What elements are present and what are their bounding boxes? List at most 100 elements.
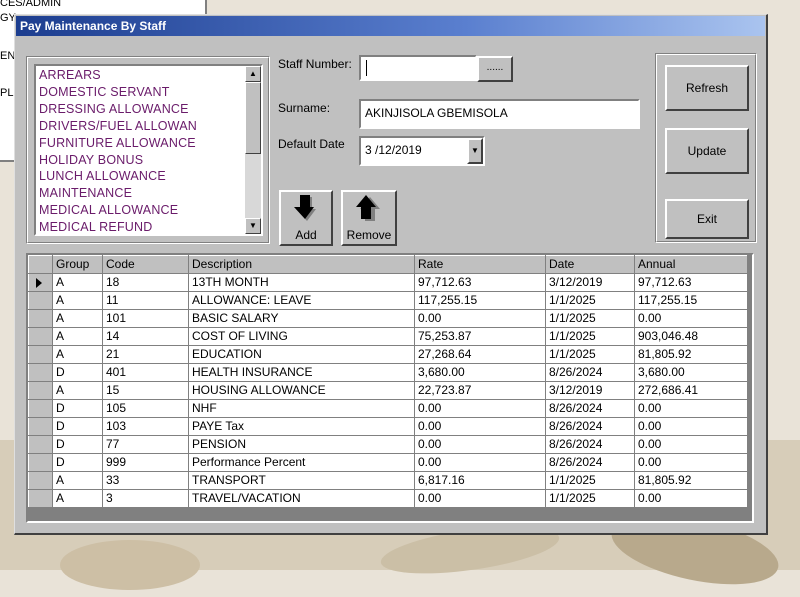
- table-row[interactable]: D 105 NHF 0.00 8/26/2024 0.00: [28, 399, 748, 418]
- cell-group[interactable]: A: [52, 327, 103, 346]
- table-row[interactable]: A 15 HOUSING ALLOWANCE 22,723.87 3/12/2019 27…: [28, 381, 748, 400]
- cell-description[interactable]: BASIC SALARY: [188, 309, 415, 328]
- cell-group[interactable]: D: [52, 399, 103, 418]
- column-header-group[interactable]: Group: [52, 255, 103, 274]
- list-item[interactable]: DRIVERS/FUEL ALLOWAN: [39, 119, 197, 133]
- cell-rate[interactable]: 0.00: [414, 309, 546, 328]
- cell-group[interactable]: D: [52, 363, 103, 382]
- column-header-rate[interactable]: Rate: [414, 255, 546, 274]
- exit-button[interactable]: Exit: [665, 199, 749, 239]
- cell-date[interactable]: 8/26/2024: [545, 399, 635, 418]
- cell-code[interactable]: 999: [102, 453, 189, 472]
- default-date-picker[interactable]: 3 /12/2019 ▼: [359, 136, 485, 166]
- cell-annual[interactable]: 0.00: [634, 309, 748, 328]
- scroll-thumb[interactable]: [245, 82, 261, 154]
- table-row[interactable]: A 18 13TH MONTH 97,712.63 3/12/2019 97,712.63: [28, 273, 748, 292]
- cell-group[interactable]: A: [52, 381, 103, 400]
- row-selector[interactable]: [28, 381, 53, 400]
- cell-code[interactable]: 11: [102, 291, 189, 310]
- row-selector[interactable]: [28, 453, 53, 472]
- cell-date[interactable]: 1/1/2025: [545, 291, 635, 310]
- cell-rate[interactable]: 75,253.87: [414, 327, 546, 346]
- cell-group[interactable]: A: [52, 489, 103, 508]
- cell-group[interactable]: D: [52, 417, 103, 436]
- table-row[interactable]: A 3 TRAVEL/VACATION 0.00 1/1/2025 0.00: [28, 489, 748, 508]
- cell-description[interactable]: EDUCATION: [188, 345, 415, 364]
- cell-description[interactable]: ALLOWANCE: LEAVE: [188, 291, 415, 310]
- cell-rate[interactable]: 0.00: [414, 453, 546, 472]
- cell-date[interactable]: 1/1/2025: [545, 345, 635, 364]
- row-selector[interactable]: [28, 309, 53, 328]
- table-row[interactable]: A 21 EDUCATION 27,268.64 1/1/2025 81,805.92: [28, 345, 748, 364]
- list-item[interactable]: FURNITURE ALLOWANCE: [39, 136, 196, 150]
- cell-group[interactable]: D: [52, 435, 103, 454]
- cell-annual[interactable]: 3,680.00: [634, 363, 748, 382]
- cell-code[interactable]: 15: [102, 381, 189, 400]
- list-item[interactable]: MEDICAL REFUND: [39, 220, 152, 234]
- cell-group[interactable]: A: [52, 309, 103, 328]
- cell-code[interactable]: 101: [102, 309, 189, 328]
- scroll-up-button[interactable]: ▲: [245, 66, 261, 82]
- refresh-button[interactable]: Refresh: [665, 65, 749, 111]
- cell-rate[interactable]: 22,723.87: [414, 381, 546, 400]
- row-selector[interactable]: [28, 435, 53, 454]
- row-selector[interactable]: [28, 489, 53, 508]
- row-selector[interactable]: [28, 363, 53, 382]
- cell-code[interactable]: 14: [102, 327, 189, 346]
- cell-code[interactable]: 103: [102, 417, 189, 436]
- cell-date[interactable]: 8/26/2024: [545, 363, 635, 382]
- cell-annual[interactable]: 0.00: [634, 435, 748, 454]
- cell-annual[interactable]: 0.00: [634, 489, 748, 508]
- add-button[interactable]: Add: [279, 190, 333, 246]
- update-button[interactable]: Update: [665, 128, 749, 174]
- cell-date[interactable]: 3/12/2019: [545, 381, 635, 400]
- cell-rate[interactable]: 6,817.16: [414, 471, 546, 490]
- row-selector-header[interactable]: [28, 255, 53, 274]
- cell-rate[interactable]: 27,268.64: [414, 345, 546, 364]
- cell-description[interactable]: Performance Percent: [188, 453, 415, 472]
- table-row[interactable]: D 103 PAYE Tax 0.00 8/26/2024 0.00: [28, 417, 748, 436]
- row-selector[interactable]: [28, 327, 53, 346]
- cell-date[interactable]: 8/26/2024: [545, 417, 635, 436]
- row-selector[interactable]: [28, 399, 53, 418]
- surname-field[interactable]: AKINJISOLA GBEMISOLA: [359, 99, 640, 129]
- cell-rate[interactable]: 3,680.00: [414, 363, 546, 382]
- cell-code[interactable]: 21: [102, 345, 189, 364]
- scroll-down-button[interactable]: ▼: [245, 218, 261, 234]
- cell-description[interactable]: TRANSPORT: [188, 471, 415, 490]
- cell-annual[interactable]: 117,255.15: [634, 291, 748, 310]
- cell-rate[interactable]: 97,712.63: [414, 273, 546, 292]
- cell-rate[interactable]: 0.00: [414, 435, 546, 454]
- cell-annual[interactable]: 81,805.92: [634, 471, 748, 490]
- cell-code[interactable]: 401: [102, 363, 189, 382]
- row-selector[interactable]: [28, 291, 53, 310]
- cell-description[interactable]: NHF: [188, 399, 415, 418]
- list-item[interactable]: ARREARS: [39, 68, 101, 82]
- column-header-annual[interactable]: Annual: [634, 255, 748, 274]
- cell-rate[interactable]: 117,255.15: [414, 291, 546, 310]
- cell-annual[interactable]: 0.00: [634, 417, 748, 436]
- window-title[interactable]: Pay Maintenance By Staff: [16, 16, 765, 36]
- cell-description[interactable]: PAYE Tax: [188, 417, 415, 436]
- cell-code[interactable]: 33: [102, 471, 189, 490]
- cell-code[interactable]: 3: [102, 489, 189, 508]
- remove-button[interactable]: Remove: [341, 190, 397, 246]
- column-header-description[interactable]: Description: [188, 255, 415, 274]
- cell-group[interactable]: A: [52, 291, 103, 310]
- cell-description[interactable]: PENSION: [188, 435, 415, 454]
- cell-code[interactable]: 77: [102, 435, 189, 454]
- cell-rate[interactable]: 0.00: [414, 399, 546, 418]
- cell-description[interactable]: TRAVEL/VACATION: [188, 489, 415, 508]
- cell-date[interactable]: 1/1/2025: [545, 471, 635, 490]
- column-header-code[interactable]: Code: [102, 255, 189, 274]
- list-item[interactable]: LUNCH ALLOWANCE: [39, 169, 166, 183]
- cell-date[interactable]: 8/26/2024: [545, 435, 635, 454]
- pay-items-grid[interactable]: Group Code Description Rate Date Annual …: [26, 253, 754, 523]
- list-item[interactable]: DOMESTIC SERVANT: [39, 85, 170, 99]
- table-row[interactable]: D 999 Performance Percent 0.00 8/26/2024 0.00: [28, 453, 748, 472]
- cell-date[interactable]: 1/1/2025: [545, 309, 635, 328]
- table-row[interactable]: A 101 BASIC SALARY 0.00 1/1/2025 0.00: [28, 309, 748, 328]
- row-selector[interactable]: [28, 273, 53, 292]
- row-selector[interactable]: [28, 345, 53, 364]
- list-item[interactable]: DRESSING ALLOWANCE: [39, 102, 189, 116]
